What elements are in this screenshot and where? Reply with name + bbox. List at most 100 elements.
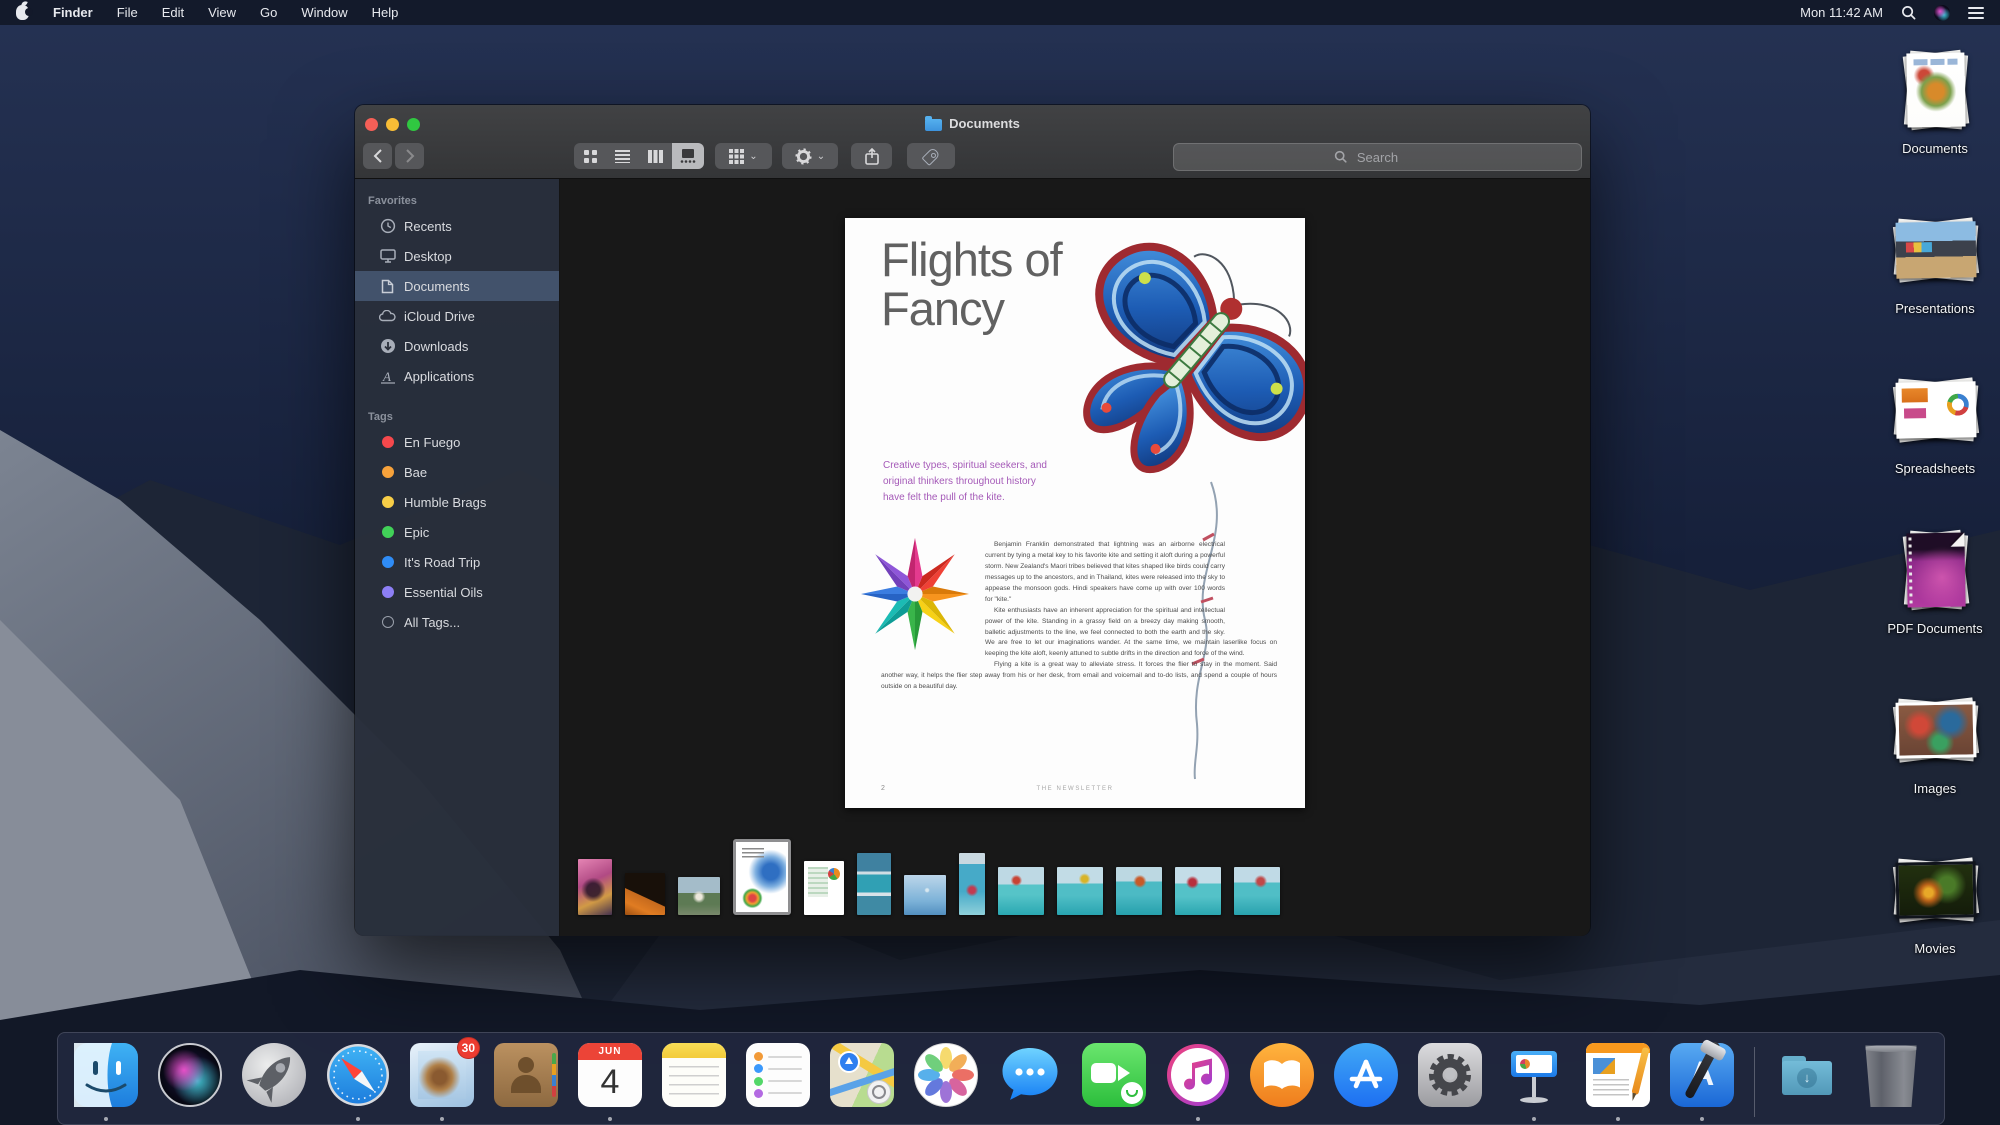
menu-finder[interactable]: Finder xyxy=(53,5,93,20)
dock-maps[interactable] xyxy=(830,1043,894,1107)
search-input[interactable] xyxy=(1174,149,1581,166)
tag-item-essential-oils[interactable]: Essential Oils xyxy=(355,577,559,607)
page-footer: THE NEWSLETTER xyxy=(845,786,1305,792)
menu-view[interactable]: View xyxy=(208,5,236,20)
share-button[interactable] xyxy=(851,143,892,169)
spreadsheets-stack-icon xyxy=(1885,368,1985,454)
stack-presentations[interactable]: Presentations xyxy=(1856,208,2000,316)
window-titlebar[interactable]: Documents xyxy=(355,105,1590,179)
tag-item-its-road-trip[interactable]: It's Road Trip xyxy=(355,547,559,577)
thumbnail-photo-collage[interactable] xyxy=(857,853,891,915)
dock-system-preferences[interactable] xyxy=(1418,1043,1482,1107)
dock-itunes[interactable] xyxy=(1166,1043,1230,1107)
dock-trash[interactable] xyxy=(1859,1043,1923,1107)
tags-button[interactable] xyxy=(907,143,955,169)
forward-button[interactable] xyxy=(395,143,424,169)
dock: 30 JUN 4 xyxy=(57,1032,1945,1125)
tag-item-en-fuego[interactable]: En Fuego xyxy=(355,427,559,457)
running-indicator xyxy=(1532,1117,1536,1121)
thumbnail-kitesurf-1[interactable] xyxy=(998,867,1044,915)
dock-facetime[interactable] xyxy=(1082,1043,1146,1107)
sidebar-item-documents[interactable]: Documents xyxy=(355,271,559,301)
search-icon[interactable] xyxy=(1901,5,1916,20)
stack-label: Spreadsheets xyxy=(1856,461,2000,476)
stack-spreadsheets[interactable]: Spreadsheets xyxy=(1856,368,2000,476)
sidebar-item-icloud-drive[interactable]: iCloud Drive xyxy=(355,301,559,331)
view-columns-button[interactable] xyxy=(639,143,672,169)
stack-pdf-documents[interactable]: PDF Documents xyxy=(1856,528,2000,636)
menu-go[interactable]: Go xyxy=(260,5,277,20)
back-button[interactable] xyxy=(363,143,392,169)
thumbnail-landscape-photo[interactable] xyxy=(678,877,720,915)
dock-separator xyxy=(1754,1047,1755,1117)
safari-icon xyxy=(326,1043,390,1107)
dock-messages[interactable] xyxy=(998,1043,1062,1107)
thumbnail-narrow-kitesurf-photo[interactable] xyxy=(959,853,985,915)
dock-keynote[interactable] xyxy=(1502,1043,1566,1107)
sidebar-item-desktop[interactable]: Desktop xyxy=(355,241,559,271)
dock-reminders[interactable] xyxy=(746,1043,810,1107)
thumbnail-kitesurf-5[interactable] xyxy=(1234,867,1280,915)
dock-downloads-folder[interactable]: ↓ xyxy=(1775,1043,1839,1107)
thumbnail-portrait-photo[interactable] xyxy=(578,859,612,915)
search-field[interactable] xyxy=(1173,143,1582,171)
tag-label: It's Road Trip xyxy=(404,555,480,570)
dock-safari[interactable] xyxy=(326,1043,390,1107)
calendar-day: 4 xyxy=(578,1060,642,1104)
menu-edit[interactable]: Edit xyxy=(162,5,184,20)
dock-launchpad[interactable] xyxy=(242,1043,306,1107)
tag-item-epic[interactable]: Epic xyxy=(355,517,559,547)
thumbnail-dark-kite-photo[interactable] xyxy=(625,873,665,915)
sidebar-item-applications[interactable]: A Applications xyxy=(355,361,559,391)
menu-window[interactable]: Window xyxy=(301,5,347,20)
thumbnail-kitesurf-2[interactable] xyxy=(1057,867,1103,915)
dock-books[interactable] xyxy=(1250,1043,1314,1107)
apple-menu-icon[interactable] xyxy=(16,5,29,20)
group-by-button[interactable]: ⌄ xyxy=(715,143,772,169)
chevron-down-icon: ⌄ xyxy=(749,151,757,162)
sidebar-item-label: Applications xyxy=(404,369,474,384)
siri-icon[interactable] xyxy=(1934,5,1950,21)
tag-item-all-tags[interactable]: All Tags... xyxy=(355,607,559,637)
dock-app-store[interactable] xyxy=(1334,1043,1398,1107)
dock-pages[interactable] xyxy=(1586,1043,1650,1107)
menu-file[interactable]: File xyxy=(117,5,138,20)
thumbnail-flights-of-fancy-selected[interactable] xyxy=(733,839,791,915)
menu-help[interactable]: Help xyxy=(372,5,399,20)
tag-item-bae[interactable]: Bae xyxy=(355,457,559,487)
view-list-button[interactable] xyxy=(607,143,640,169)
thumbnail-sky-kitesurf-photo[interactable] xyxy=(904,875,946,915)
dock-siri[interactable] xyxy=(158,1043,222,1107)
stack-images[interactable]: Images xyxy=(1856,688,2000,796)
dock-calendar[interactable]: JUN 4 xyxy=(578,1043,642,1107)
yellow-tag-icon xyxy=(382,496,394,508)
tags-header: Tags xyxy=(355,405,559,427)
thumbnail-chart-document[interactable] xyxy=(804,861,844,915)
download-arrow-icon: ↓ xyxy=(1797,1068,1817,1088)
favorites-header: Favorites xyxy=(355,189,559,211)
thumbnail-kitesurf-3[interactable] xyxy=(1116,867,1162,915)
action-menu-button[interactable]: ⌄ xyxy=(782,143,838,169)
sidebar-item-label: Desktop xyxy=(404,249,452,264)
dock-contacts[interactable] xyxy=(494,1043,558,1107)
sidebar-item-recents[interactable]: Recents xyxy=(355,211,559,241)
dock-photos[interactable] xyxy=(914,1043,978,1107)
view-icons-button[interactable] xyxy=(574,143,607,169)
dock-finder[interactable] xyxy=(74,1043,138,1107)
menu-clock[interactable]: Mon 11:42 AM xyxy=(1800,5,1883,20)
thumbnail-kitesurf-4[interactable] xyxy=(1175,867,1221,915)
tag-label: All Tags... xyxy=(404,615,460,630)
dock-xcode[interactable]: A xyxy=(1670,1043,1734,1107)
sidebar-item-downloads[interactable]: Downloads xyxy=(355,331,559,361)
notification-center-icon[interactable] xyxy=(1968,7,1984,19)
sidebar-item-label: Downloads xyxy=(404,339,468,354)
finder-icon xyxy=(74,1043,138,1107)
view-gallery-button[interactable] xyxy=(672,143,705,169)
stack-documents[interactable]: Documents xyxy=(1856,48,2000,156)
open-book-icon xyxy=(1250,1043,1314,1107)
thumbnail-strip xyxy=(560,843,1590,915)
stack-movies[interactable]: Movies xyxy=(1856,848,2000,956)
tag-item-humble-brags[interactable]: Humble Brags xyxy=(355,487,559,517)
dock-notes[interactable] xyxy=(662,1043,726,1107)
dock-mail[interactable]: 30 xyxy=(410,1043,474,1107)
